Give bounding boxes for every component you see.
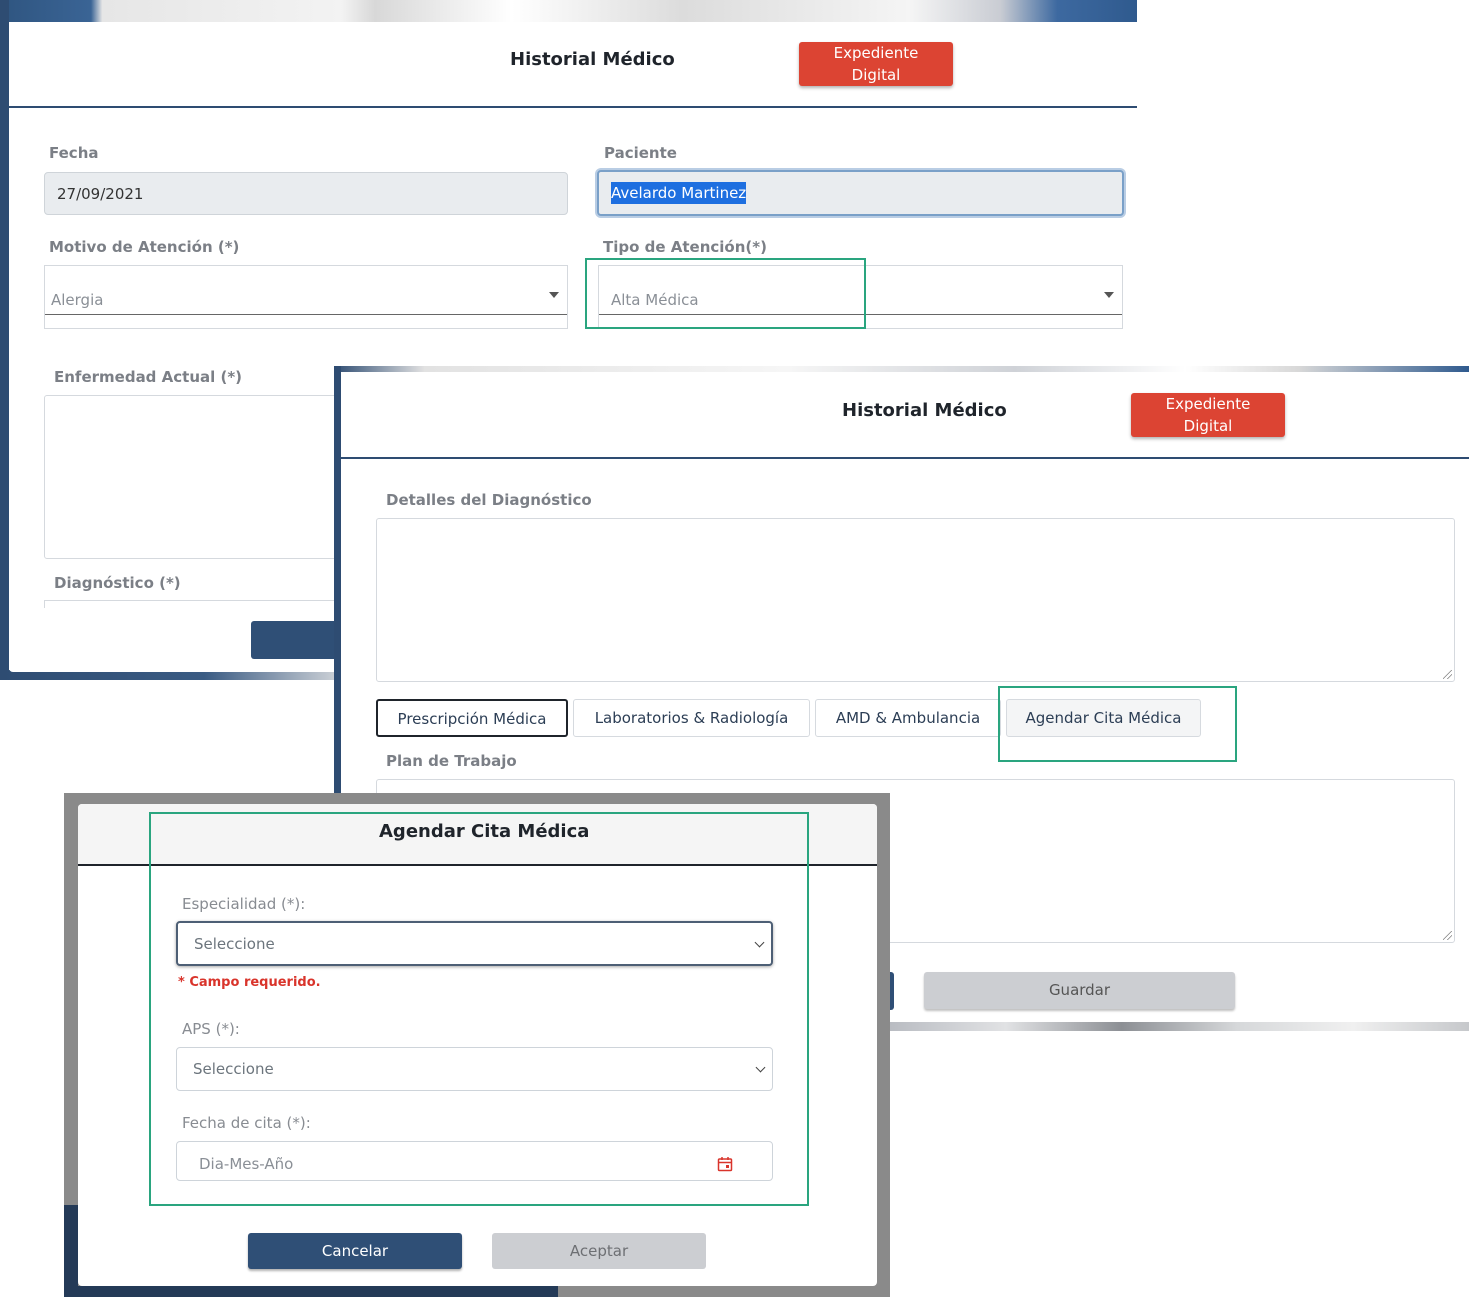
back-navy-button[interactable] bbox=[251, 621, 346, 659]
cancelar-label: Cancelar bbox=[321, 1242, 389, 1260]
resize-handle-icon[interactable] bbox=[1443, 931, 1452, 940]
expediente-digital-button-2[interactable]: Expediente Digital bbox=[1131, 393, 1285, 437]
plan-label: Plan de Trabajo bbox=[386, 752, 517, 770]
tab-prescripcion[interactable]: Prescripción Médica bbox=[376, 699, 568, 737]
header-divider bbox=[9, 106, 1137, 108]
window2-left-edge bbox=[334, 366, 341, 796]
tipo-label: Tipo de Atención(*) bbox=[603, 238, 767, 256]
modal-backdrop-navy-left bbox=[64, 1205, 78, 1297]
guardar-label: Guardar bbox=[1048, 981, 1111, 999]
caret-down-icon bbox=[1104, 292, 1114, 298]
detalles-textarea[interactable] bbox=[376, 518, 1455, 682]
background-left-edge bbox=[0, 0, 9, 680]
page-title-2: Historial Médico bbox=[842, 400, 1007, 421]
guardar-button[interactable]: Guardar bbox=[924, 972, 1235, 1009]
diagnostico-field-top bbox=[44, 600, 344, 608]
motivo-select[interactable]: Alergia bbox=[44, 265, 568, 329]
fecha-value: 27/09/2021 bbox=[57, 185, 144, 203]
tab-laboratorios[interactable]: Laboratorios & Radiología bbox=[573, 699, 810, 737]
paciente-field[interactable]: Avelardo Martinez bbox=[597, 170, 1124, 216]
motivo-value: Alergia bbox=[51, 291, 104, 309]
enfermedad-label: Enfermedad Actual (*) bbox=[54, 368, 243, 386]
highlight-agendar-tab bbox=[998, 686, 1237, 762]
background-photo-top bbox=[0, 0, 1137, 22]
header-divider-2 bbox=[341, 457, 1469, 459]
highlight-tipo-atencion bbox=[585, 258, 866, 329]
background-bottom-strip-2 bbox=[890, 1022, 1469, 1031]
modal-backdrop-navy-bottom bbox=[78, 1286, 558, 1297]
fecha-field[interactable]: 27/09/2021 bbox=[44, 172, 568, 215]
fecha-label: Fecha bbox=[49, 144, 99, 162]
resize-handle-icon[interactable] bbox=[1443, 670, 1452, 679]
page-title: Historial Médico bbox=[510, 49, 675, 70]
paciente-label: Paciente bbox=[604, 144, 677, 162]
aceptar-button[interactable]: Aceptar bbox=[492, 1233, 706, 1269]
caret-down-icon bbox=[549, 292, 559, 298]
enfermedad-textarea[interactable] bbox=[44, 395, 344, 559]
motivo-underline bbox=[45, 314, 567, 315]
aceptar-label: Aceptar bbox=[569, 1242, 629, 1260]
highlight-modal-form bbox=[149, 812, 809, 1206]
diagnostico-label: Diagnóstico (*) bbox=[54, 574, 181, 592]
detalles-label: Detalles del Diagnóstico bbox=[386, 491, 592, 509]
motivo-label: Motivo de Atención (*) bbox=[49, 238, 240, 256]
cancelar-button[interactable]: Cancelar bbox=[248, 1233, 462, 1269]
paciente-value: Avelardo Martinez bbox=[611, 182, 747, 204]
expediente-digital-button[interactable]: Expediente Digital bbox=[799, 42, 953, 86]
tab-ambulancia[interactable]: AMD & Ambulancia bbox=[815, 699, 1001, 737]
